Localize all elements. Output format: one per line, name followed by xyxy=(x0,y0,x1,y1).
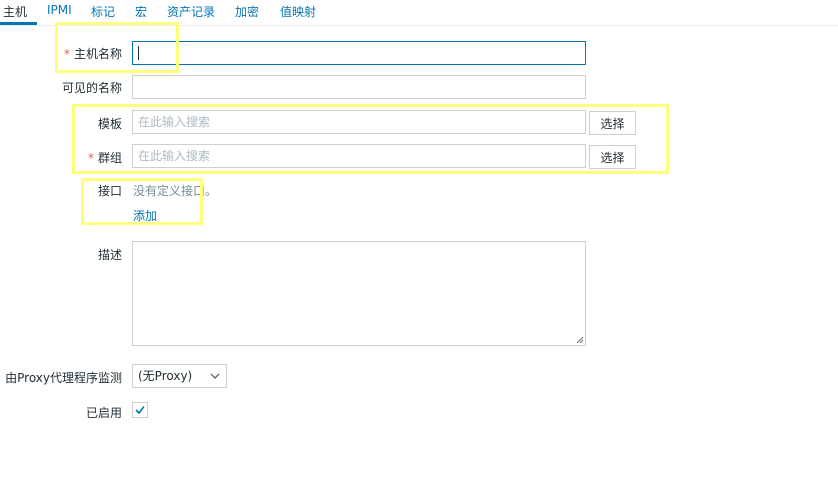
groups-label: * 群组 xyxy=(87,151,122,165)
groups-search-input[interactable] xyxy=(132,144,586,168)
enabled-checkbox[interactable] xyxy=(132,402,148,418)
templates-select-button[interactable]: 选择 xyxy=(589,111,636,135)
proxy-select-value: (无Proxy) xyxy=(138,369,193,383)
visible-name-input[interactable] xyxy=(132,75,586,99)
enabled-label: 已启用 xyxy=(85,406,122,420)
active-tab-indicator xyxy=(0,22,37,25)
templates-label: 模板 xyxy=(97,117,122,131)
tab-value-mapping[interactable]: 值映射 xyxy=(280,3,316,20)
groups-select-button[interactable]: 选择 xyxy=(589,145,636,169)
text-cursor xyxy=(138,46,139,60)
tab-encryption[interactable]: 加密 xyxy=(235,3,259,20)
visible-name-label: 可见的名称 xyxy=(61,81,122,95)
tab-tags[interactable]: 标记 xyxy=(91,3,115,20)
proxy-select[interactable]: (无Proxy) xyxy=(132,364,227,388)
chevron-down-icon xyxy=(210,373,220,379)
interfaces-label: 接口 xyxy=(97,184,122,198)
host-name-label: * 主机名称 xyxy=(63,47,122,61)
checkmark-icon xyxy=(135,406,145,415)
tab-ipmi[interactable]: IPMI xyxy=(47,3,72,17)
description-textarea[interactable] xyxy=(132,241,586,346)
host-name-input[interactable] xyxy=(132,41,586,65)
proxy-label: 由Proxy代理程序监测 xyxy=(5,371,122,385)
required-mark: * xyxy=(87,151,94,165)
no-interfaces-text: 没有定义接口。 xyxy=(133,184,218,198)
description-label: 描述 xyxy=(97,248,122,262)
tab-macros[interactable]: 宏 xyxy=(135,3,147,20)
required-mark: * xyxy=(63,47,70,61)
tab-inventory[interactable]: 资产记录 xyxy=(167,3,215,20)
tab-bar: 主机 IPMI 标记 宏 资产记录 加密 值映射 xyxy=(0,0,838,26)
resize-grip-icon[interactable] xyxy=(576,336,584,344)
tab-host[interactable]: 主机 xyxy=(3,3,27,20)
templates-search-input[interactable] xyxy=(132,110,586,134)
add-interface-link[interactable]: 添加 xyxy=(133,210,158,224)
